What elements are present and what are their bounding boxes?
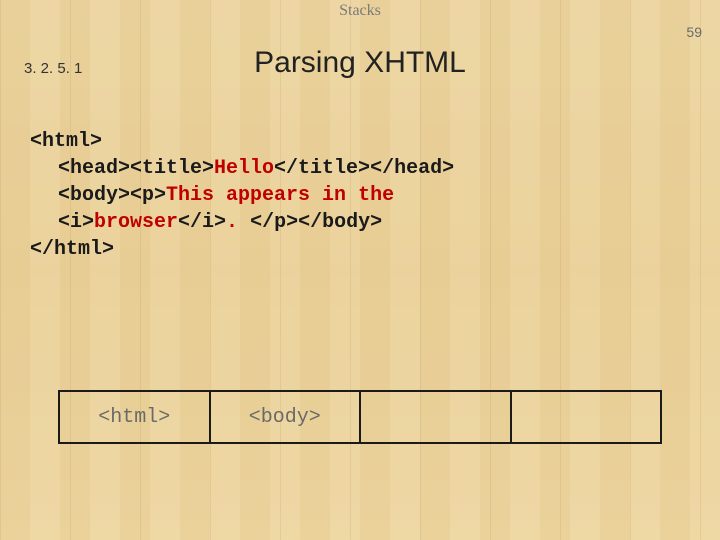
- code-tag: </title></head>: [274, 157, 454, 180]
- slide: Stacks 59 3. 2. 5. 1 Parsing XHTML <html…: [0, 0, 720, 540]
- stack-cell: <body>: [211, 392, 362, 442]
- code-tag: </p></body>: [250, 211, 382, 234]
- code-block: <html> <head><title>Hello</title></head>…: [30, 128, 690, 263]
- code-line: <head><title>Hello</title></head>: [30, 155, 690, 182]
- code-line: </html>: [30, 238, 114, 261]
- code-tag: <body><p>: [58, 184, 166, 207]
- code-text: .: [226, 211, 250, 234]
- code-text: Hello: [214, 157, 274, 180]
- code-text: This appears in the: [166, 184, 394, 207]
- stack-frame: <html> <body>: [58, 390, 662, 444]
- code-line: <i>browser</i>. </p></body>: [30, 209, 690, 236]
- code-tag: <head><title>: [58, 157, 214, 180]
- stack-cell: <html>: [60, 392, 211, 442]
- page-number: 59: [686, 24, 702, 40]
- topic-label: Stacks: [0, 2, 720, 20]
- code-text: browser: [94, 211, 178, 234]
- code-line: <body><p>This appears in the: [30, 182, 690, 209]
- stack-cell: [361, 392, 512, 442]
- page-title: Parsing XHTML: [0, 46, 720, 80]
- stack-cell: [512, 392, 661, 442]
- code-tag: </i>: [178, 211, 226, 234]
- code-line: <html>: [30, 130, 102, 153]
- code-tag: <i>: [58, 211, 94, 234]
